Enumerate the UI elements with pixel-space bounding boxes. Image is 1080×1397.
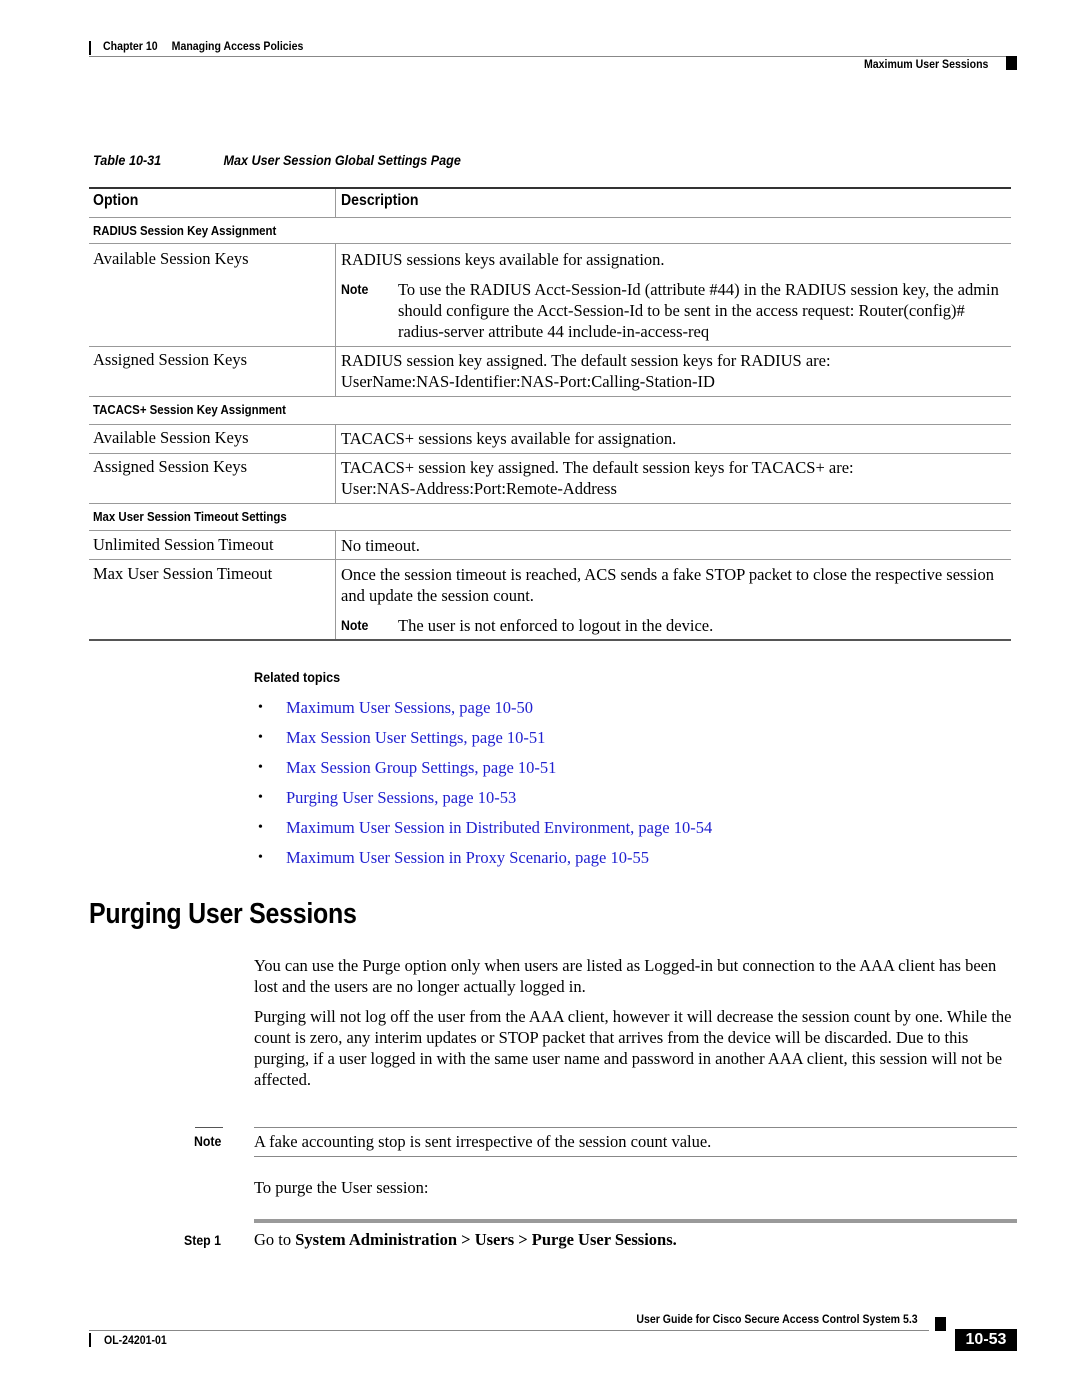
description-cell: TACACS+ sessions keys available for assi… (341, 429, 677, 448)
column-divider (335, 425, 336, 503)
header-chapter: Chapter 10 Managing Access Policies (103, 39, 303, 53)
group-title-tacacs: TACACS+ Session Key Assignment (93, 402, 286, 417)
list-item: • Max Session Group Settings, page 10-51 (258, 753, 712, 783)
table-bottom-rule (89, 639, 1011, 641)
column-header-option: Option (93, 192, 139, 209)
option-cell: Max User Session Timeout (93, 564, 273, 583)
bullet-icon: • (258, 790, 263, 805)
description-cell: TACACS+ session key assigned. The defaul… (341, 458, 854, 498)
note-text: A fake accounting stop is sent irrespect… (254, 1132, 712, 1151)
related-link[interactable]: Maximum User Session in Proxy Scenario, … (286, 848, 649, 868)
header-section: Maximum User Sessions (863, 57, 988, 71)
footer-doc-number: OL-24201-01 (104, 1333, 167, 1347)
step-rule (254, 1219, 1017, 1223)
related-topics-title: Related topics (254, 669, 341, 685)
table-number: Table 10-31 (93, 152, 162, 168)
page-number: 10-53 (955, 1329, 1017, 1351)
list-item: • Maximum User Session in Proxy Scenario,… (258, 843, 712, 873)
table-caption: Table 10-31 Max User Session Global Setti… (93, 152, 461, 168)
footer-block (935, 1317, 946, 1331)
list-item: • Maximum User Sessions, page 10-50 (258, 693, 712, 723)
footer-rule (89, 1330, 929, 1331)
related-link[interactable]: Maximum User Session in Distributed Envi… (286, 818, 712, 838)
column-divider (335, 189, 336, 218)
list-item: • Maximum User Session in Distributed Env… (258, 813, 712, 843)
note-marker (195, 1127, 223, 1128)
section-heading: Purging User Sessions (89, 898, 357, 930)
header-bar (89, 41, 91, 55)
note-top-rule (254, 1127, 1017, 1128)
step-prefix: Go to (254, 1230, 296, 1249)
note-text: To use the RADIUS Acct-Session-Id (attri… (398, 280, 999, 341)
bullet-icon: • (258, 850, 263, 865)
table-title: Max User Session Global Settings Page (223, 152, 461, 168)
step-text: Go to System Administration > Users > Pu… (254, 1230, 677, 1250)
procedure-intro: To purge the User session: (254, 1178, 429, 1197)
column-divider (335, 531, 336, 639)
table-rule (89, 424, 1011, 425)
chapter-title: Managing Access Policies (171, 39, 304, 53)
table-rule (89, 503, 1011, 504)
group-title-timeout: Max User Session Timeout Settings (93, 509, 287, 524)
table-rule (89, 346, 1011, 347)
table-rule (89, 559, 1011, 560)
note-label: Note (341, 281, 369, 297)
step-menu-path: System Administration > Users > Purge Us… (295, 1230, 677, 1249)
bullet-icon: • (258, 730, 263, 745)
related-link[interactable]: Max Session User Settings, page 10-51 (286, 728, 545, 748)
bullet-icon: • (258, 820, 263, 835)
note-label: Note (194, 1133, 222, 1149)
table-top-rule (89, 187, 1011, 189)
list-item: • Max Session User Settings, page 10-51 (258, 723, 712, 753)
option-cell: Available Session Keys (93, 428, 249, 447)
related-link[interactable]: Maximum User Sessions, page 10-50 (286, 698, 533, 718)
description-cell: RADIUS session key assigned. The default… (341, 351, 831, 391)
column-header-description: Description (341, 192, 419, 209)
option-cell: Unlimited Session Timeout (93, 535, 274, 554)
table-rule (89, 243, 1011, 244)
bullet-icon: • (258, 700, 263, 715)
note-bottom-rule (254, 1156, 1017, 1157)
group-title-radius: RADIUS Session Key Assignment (93, 223, 277, 238)
bullet-icon: • (258, 760, 263, 775)
related-link[interactable]: Purging User Sessions, page 10-53 (286, 788, 516, 808)
table-rule (89, 217, 1011, 218)
option-cell: Assigned Session Keys (93, 457, 248, 476)
description-cell: RADIUS sessions keys available for assig… (341, 250, 665, 269)
footer-bar (89, 1333, 91, 1347)
paragraph: You can use the Purge option only when u… (254, 956, 997, 996)
footer-guide-title: User Guide for Cisco Secure Access Contr… (636, 1312, 918, 1326)
table-rule (89, 530, 1011, 531)
header-block (1006, 56, 1017, 70)
description-cell: Once the session timeout is reached, ACS… (341, 565, 994, 605)
description-cell: No timeout. (341, 536, 420, 555)
list-item: • Purging User Sessions, page 10-53 (258, 783, 712, 813)
table-rule (89, 453, 1011, 454)
step-label: Step 1 (184, 1232, 221, 1248)
paragraph: Purging will not log off the user from t… (254, 1007, 1012, 1089)
option-cell: Available Session Keys (93, 249, 249, 268)
related-link[interactable]: Max Session Group Settings, page 10-51 (286, 758, 556, 778)
column-divider (335, 244, 336, 396)
table-rule (89, 396, 1011, 397)
option-cell: Assigned Session Keys (93, 350, 248, 369)
chapter-label: Chapter 10 (103, 39, 158, 53)
related-topics-list: • Maximum User Sessions, page 10-50 • Max … (258, 693, 712, 873)
note-label: Note (341, 617, 369, 633)
note-text: The user is not enforced to logout in th… (398, 616, 714, 635)
